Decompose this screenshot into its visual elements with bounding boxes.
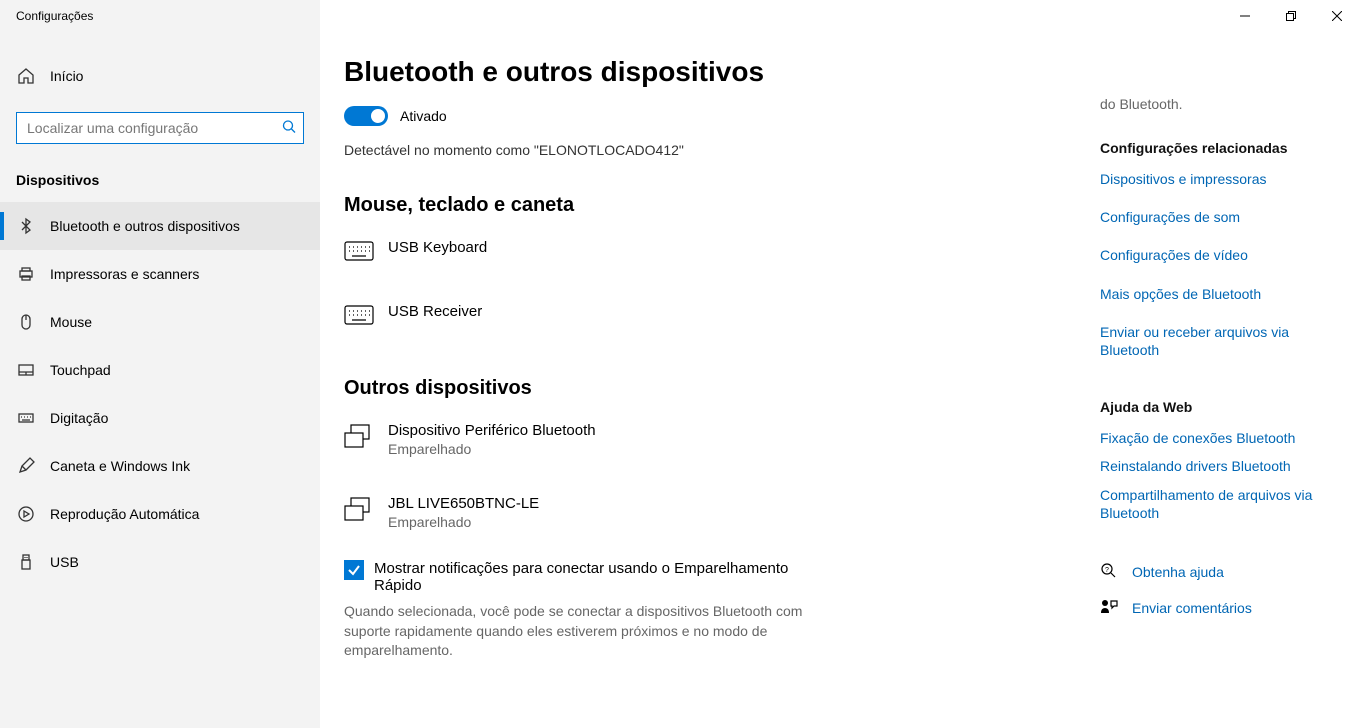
keyboard-icon [344,241,374,265]
section-other-devices: Outros dispositivos [344,377,1076,400]
feedback-label: Enviar comentários [1132,600,1252,616]
sidebar-item-label: Touchpad [50,362,111,378]
home-icon [16,66,36,86]
sidebar-item-label: Bluetooth e outros dispositivos [50,218,240,234]
related-link[interactable]: Configurações de vídeo [1100,246,1336,264]
sidebar-category: Dispositivos [0,164,320,202]
window-title: Configurações [0,0,320,32]
sidebar-item-label: USB [50,554,79,570]
bluetooth-toggle[interactable] [344,106,388,126]
get-help-action[interactable]: ? Obtenha ajuda [1100,562,1336,582]
device-generic-icon [344,424,374,448]
sidebar-item-touchpad[interactable]: Touchpad [0,346,320,394]
device-name: USB Receiver [388,303,482,320]
aside-partial-text: do Bluetooth. [1100,96,1336,112]
device-generic-icon [344,497,374,521]
related-link[interactable]: Configurações de som [1100,208,1336,226]
discoverable-status: Detectável no momento como "ELONOTLOCADO… [344,142,1076,158]
svg-text:?: ? [1105,567,1109,574]
sidebar-item-label: Reprodução Automática [50,506,199,522]
feedback-icon [1100,598,1120,618]
device-name: USB Keyboard [388,239,487,256]
device-item[interactable]: Dispositivo Periférico Bluetooth Emparel… [344,414,1076,465]
sidebar-item-printers[interactable]: Impressoras e scanners [0,250,320,298]
quick-pair-label: Mostrar notificações para conectar usand… [374,560,794,594]
printer-icon [16,264,36,284]
main-content: Bluetooth e outros dispositivos Ativado … [320,32,1100,728]
device-status: Emparelhado [388,514,539,530]
device-item[interactable]: USB Receiver [344,295,1076,337]
titlebar: Configurações [0,0,1360,32]
related-link[interactable]: Enviar ou receber arquivos via Bluetooth [1100,323,1336,359]
help-icon: ? [1100,562,1120,582]
search-input[interactable] [16,112,304,144]
usb-icon [16,552,36,572]
sidebar-item-mouse[interactable]: Mouse [0,298,320,346]
related-settings-head: Configurações relacionadas [1100,140,1336,156]
web-help-head: Ajuda da Web [1100,399,1336,415]
sidebar-item-label: Impressoras e scanners [50,266,199,282]
device-name: Dispositivo Periférico Bluetooth [388,422,596,439]
device-item[interactable]: USB Keyboard [344,231,1076,273]
sidebar-item-bluetooth[interactable]: Bluetooth e outros dispositivos [0,202,320,250]
bluetooth-icon [16,216,36,236]
sidebar-item-label: Caneta e Windows Ink [50,458,190,474]
aside-panel: do Bluetooth. Configurações relacionadas… [1100,32,1360,728]
sidebar-item-label: Digitação [50,410,108,426]
sidebar-item-pen[interactable]: Caneta e Windows Ink [0,442,320,490]
touchpad-icon [16,360,36,380]
page-title: Bluetooth e outros dispositivos [344,56,1076,88]
toggle-state-label: Ativado [400,108,447,124]
related-link[interactable]: Mais opções de Bluetooth [1100,285,1336,303]
keyboard-icon [16,408,36,428]
close-button[interactable] [1314,0,1360,32]
keyboard-icon [344,305,374,329]
pen-icon [16,456,36,476]
get-help-label: Obtenha ajuda [1132,564,1224,580]
sidebar: Início Dispositivos Bluetooth e outros d… [0,32,320,728]
help-link[interactable]: Reinstalando drivers Bluetooth [1100,457,1336,475]
help-link[interactable]: Fixação de conexões Bluetooth [1100,429,1336,447]
autoplay-icon [16,504,36,524]
minimize-button[interactable] [1222,0,1268,32]
home-nav[interactable]: Início [0,52,320,100]
quick-pair-description: Quando selecionada, você pode se conecta… [344,602,804,661]
device-item[interactable]: JBL LIVE650BTNC-LE Emparelhado [344,487,1076,538]
help-link[interactable]: Compartilhamento de arquivos via Bluetoo… [1100,486,1336,522]
home-label: Início [50,68,83,84]
feedback-action[interactable]: Enviar comentários [1100,598,1336,618]
sidebar-item-typing[interactable]: Digitação [0,394,320,442]
sidebar-item-autoplay[interactable]: Reprodução Automática [0,490,320,538]
related-link[interactable]: Dispositivos e impressoras [1100,170,1336,188]
section-mouse-keyboard: Mouse, teclado e caneta [344,194,1076,217]
sidebar-item-label: Mouse [50,314,92,330]
maximize-button[interactable] [1268,0,1314,32]
device-status: Emparelhado [388,441,596,457]
mouse-icon [16,312,36,332]
sidebar-item-usb[interactable]: USB [0,538,320,586]
device-name: JBL LIVE650BTNC-LE [388,495,539,512]
quick-pair-checkbox[interactable] [344,560,364,580]
